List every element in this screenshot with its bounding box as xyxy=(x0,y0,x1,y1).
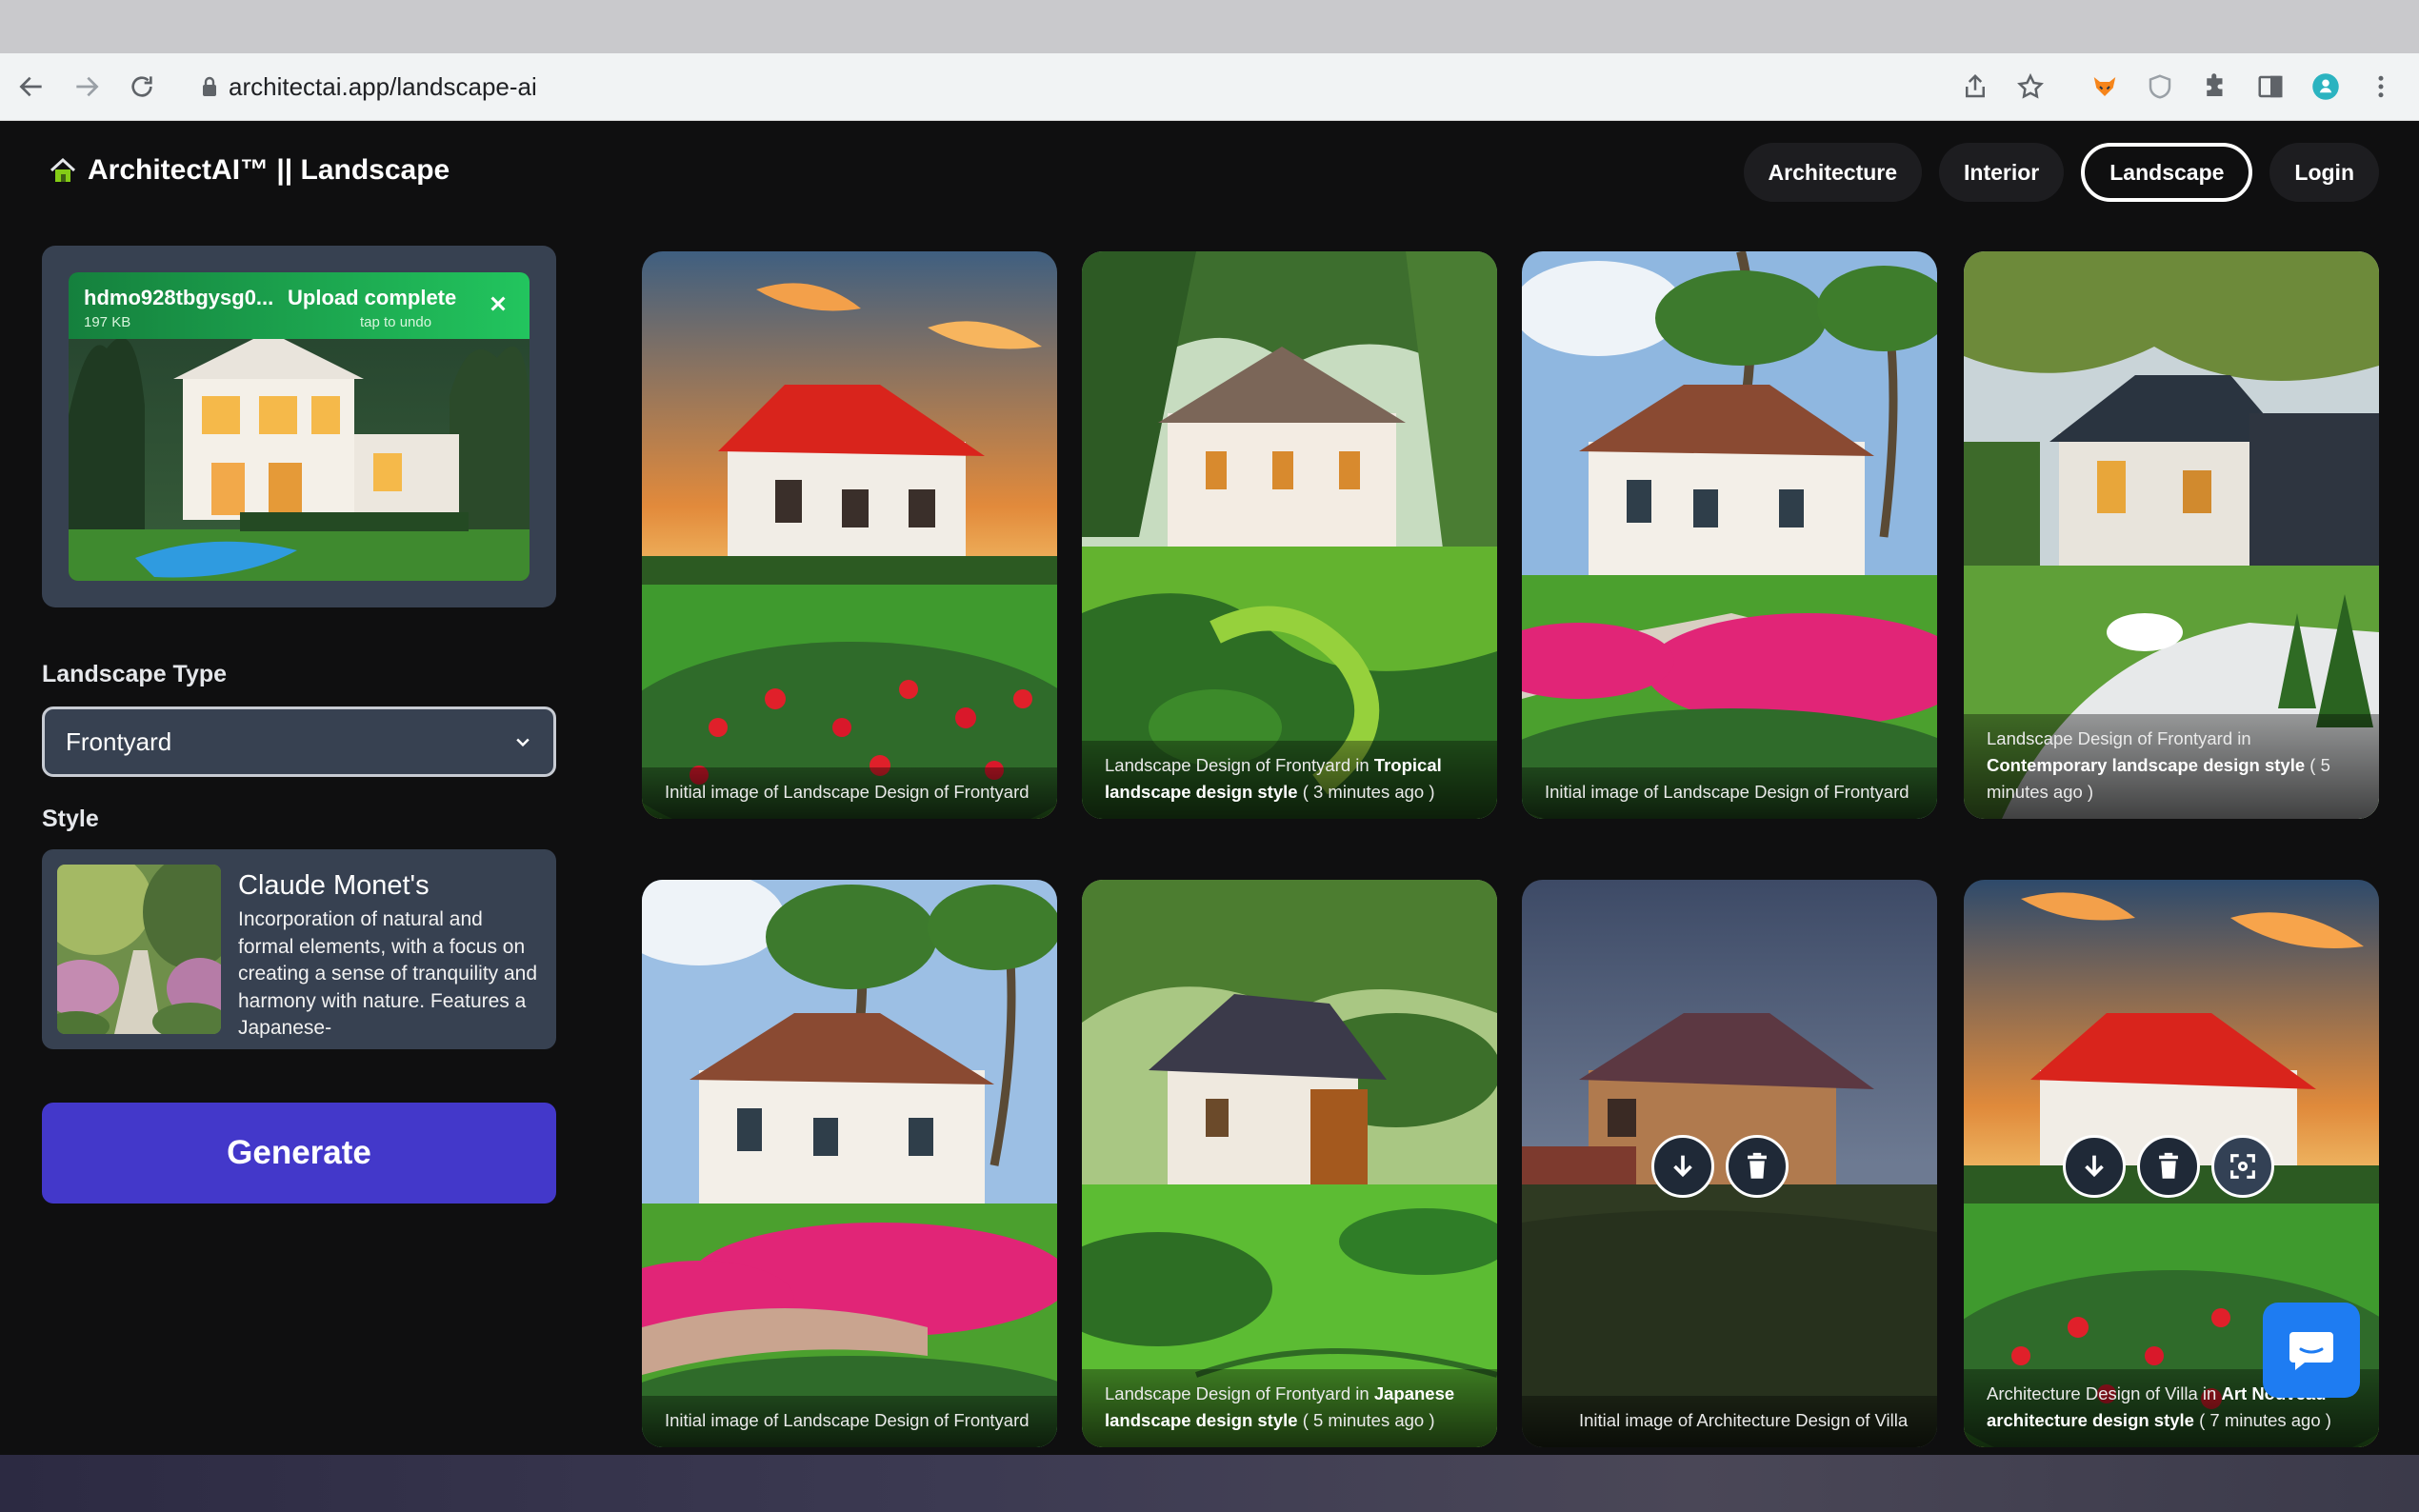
browser-menu-button[interactable] xyxy=(2360,66,2402,108)
forward-button[interactable] xyxy=(59,59,114,114)
upload-dropzone[interactable]: hdmo928tbgysg0... 197 KB Upload complete… xyxy=(42,246,556,607)
delete-button[interactable] xyxy=(2137,1135,2200,1198)
url-text: architectai.app/landscape-ai xyxy=(229,71,537,101)
remove-upload-button[interactable] xyxy=(488,293,509,314)
logo-text: ArchitectAI™ || Landscape xyxy=(88,154,450,186)
fox-extension-button[interactable] xyxy=(2084,66,2126,108)
landscape-type-label: Landscape Type xyxy=(42,661,228,687)
share-button[interactable] xyxy=(1954,66,1996,108)
share-icon xyxy=(1966,73,1985,98)
gallery-caption: Landscape Design of Frontyard in Contemp… xyxy=(1964,714,2379,819)
star-icon xyxy=(2017,72,2044,99)
arrow-right-icon xyxy=(76,76,99,97)
profile-avatar-icon xyxy=(2312,73,2339,100)
reload-button[interactable] xyxy=(114,59,170,114)
browser-toolbar: architectai.app/landscape-ai xyxy=(0,53,2419,121)
landscape-type-select[interactable]: Frontyard xyxy=(42,706,556,777)
image-actions xyxy=(2063,1135,2274,1198)
os-title-strip xyxy=(0,0,2419,53)
landscape-type-value: Frontyard xyxy=(66,726,172,756)
fullscreen-button[interactable] xyxy=(2211,1135,2274,1198)
arrow-left-icon xyxy=(19,76,42,97)
chevron-down-icon xyxy=(516,738,530,747)
style-label: Style xyxy=(42,806,99,832)
reload-icon xyxy=(131,76,152,97)
style-name: Claude Monet's xyxy=(238,870,430,901)
upload-undo-link[interactable]: tap to undo xyxy=(360,314,431,330)
download-button[interactable] xyxy=(1651,1135,1714,1198)
gallery-image xyxy=(1522,251,1937,819)
download-button[interactable] xyxy=(2063,1135,2126,1198)
gallery-caption: Initial image of Landscape Design of Fro… xyxy=(642,1396,1057,1447)
gallery-caption: Initial image of Architecture Design of … xyxy=(1522,1396,1937,1447)
upload-filename: hdmo928tbgysg0... xyxy=(84,286,274,309)
style-thumbnail xyxy=(57,865,221,1034)
side-panel-button[interactable] xyxy=(2249,66,2291,108)
puzzle-icon xyxy=(2207,73,2223,96)
shield-extension-button[interactable] xyxy=(2139,66,2181,108)
extension-area xyxy=(1954,53,2402,120)
chat-bubble-icon xyxy=(2289,1332,2333,1370)
delete-button[interactable] xyxy=(1726,1135,1789,1198)
gallery-card[interactable]: Landscape Design of Frontyard in Japanes… xyxy=(1082,880,1497,1447)
gallery-image xyxy=(1082,251,1497,819)
gallery-image xyxy=(1082,880,1497,1447)
generate-button[interactable]: Generate xyxy=(42,1103,556,1204)
lock-icon xyxy=(190,75,229,98)
style-description: Incorporation of natural and formal elem… xyxy=(238,908,538,1038)
image-actions xyxy=(1651,1135,1789,1198)
desktop-background-strip xyxy=(0,1455,2419,1512)
nav-login[interactable]: Login xyxy=(2269,143,2379,202)
gallery-caption: Landscape Design of Frontyard in Japanes… xyxy=(1082,1369,1497,1447)
gallery-card[interactable]: Landscape Design of Frontyard in Contemp… xyxy=(1964,251,2379,819)
fox-icon xyxy=(2093,77,2116,96)
upload-status-bar: hdmo928tbgysg0... 197 KB Upload complete… xyxy=(69,272,530,339)
gallery-caption: Initial image of Landscape Design of Fro… xyxy=(1522,767,1937,819)
gallery-caption: Landscape Design of Frontyard in Tropica… xyxy=(1082,741,1497,819)
trash-icon xyxy=(2159,1152,2178,1179)
close-icon xyxy=(490,296,506,311)
gallery-card[interactable]: Landscape Design of Frontyard in Tropica… xyxy=(1082,251,1497,819)
top-navigation: Architecture Interior Landscape Login xyxy=(1743,143,2379,202)
gallery-image xyxy=(642,880,1057,1447)
address-bar[interactable]: architectai.app/landscape-ai xyxy=(190,61,1981,112)
kebab-menu-icon xyxy=(2378,75,2384,98)
uploaded-image-preview: hdmo928tbgysg0... 197 KB Upload complete… xyxy=(69,272,530,581)
nav-architecture[interactable]: Architecture xyxy=(1743,143,1923,202)
upload-status-text: Upload complete xyxy=(288,286,457,309)
bookmark-button[interactable] xyxy=(2009,66,2051,108)
nav-interior[interactable]: Interior xyxy=(1939,143,2065,202)
back-button[interactable] xyxy=(4,59,59,114)
gallery-card[interactable]: Initial image of Landscape Design of Fro… xyxy=(642,251,1057,819)
gallery-card[interactable]: Initial image of Landscape Design of Fro… xyxy=(1522,251,1937,819)
house-logo-icon xyxy=(50,157,76,182)
side-panel-icon xyxy=(2258,75,2283,98)
download-icon xyxy=(1673,1155,1692,1178)
gallery-card[interactable]: Initial image of Landscape Design of Fro… xyxy=(642,880,1057,1447)
trash-icon xyxy=(1748,1152,1767,1179)
download-icon xyxy=(2085,1155,2104,1178)
shield-icon xyxy=(2149,74,2171,99)
upload-filesize: 197 KB xyxy=(84,314,131,330)
gallery-image xyxy=(642,251,1057,819)
chat-widget-button[interactable] xyxy=(2263,1303,2360,1398)
app-logo[interactable]: ArchitectAI™ || Landscape xyxy=(48,154,450,187)
gallery-card[interactable]: Initial image of Architecture Design of … xyxy=(1522,880,1937,1447)
nav-landscape[interactable]: Landscape xyxy=(2081,143,2253,202)
profile-button[interactable] xyxy=(2305,66,2347,108)
gallery-caption: Initial image of Landscape Design of Fro… xyxy=(642,767,1057,819)
style-selector-card[interactable]: Claude Monet's Incorporation of natural … xyxy=(42,849,556,1049)
expand-icon xyxy=(2230,1154,2255,1179)
extensions-button[interactable] xyxy=(2194,66,2236,108)
